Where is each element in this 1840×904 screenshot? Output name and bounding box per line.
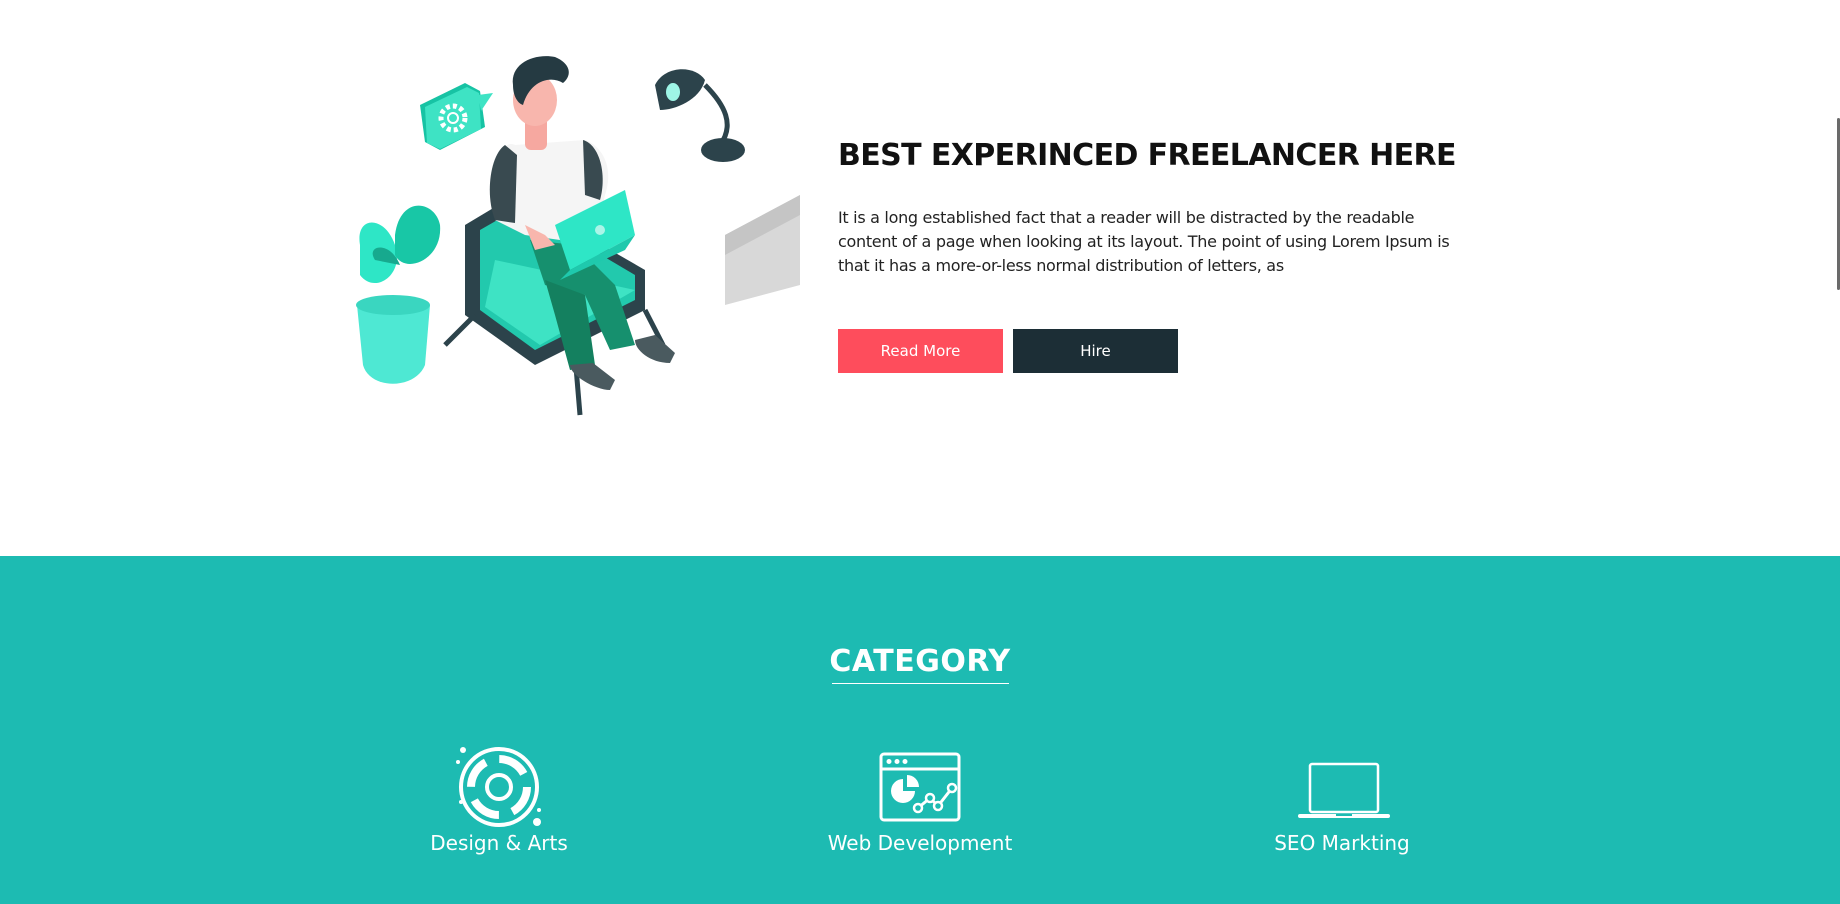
page-scrollbar[interactable] [1834,0,1840,904]
category-item-seo-markting[interactable]: SEO Markting [1192,742,1492,855]
hero-title: BEST EXPERINCED FREELANCER HERE [838,138,1456,173]
category-label: Design & Arts [430,831,568,855]
web-development-icon [879,752,961,822]
gear-bubble-icon [420,83,493,150]
potted-plant-icon [356,205,441,384]
freelancer-illustration [356,56,800,416]
category-label: SEO Markting [1274,831,1410,855]
hero-description: It is a long established fact that a rea… [838,208,1450,275]
desk-lamp-icon [655,69,745,162]
category-label: Web Development [827,831,1013,855]
category-title: CATEGORY [829,644,1011,679]
category-section: CATEGORY Design & Arts Web Development S… [0,556,1840,904]
category-item-web-development[interactable]: Web Development [770,742,1070,855]
hero-section: BEST EXPERINCED FREELANCER HERE It is a … [0,0,1840,556]
category-item-design-arts[interactable]: Design & Arts [349,742,649,855]
category-title-underline [832,683,1009,684]
read-more-button[interactable]: Read More [838,329,1003,373]
hire-button[interactable]: Hire [1013,329,1178,373]
design-arts-icon [456,747,541,827]
laptop-icon [1298,762,1390,818]
